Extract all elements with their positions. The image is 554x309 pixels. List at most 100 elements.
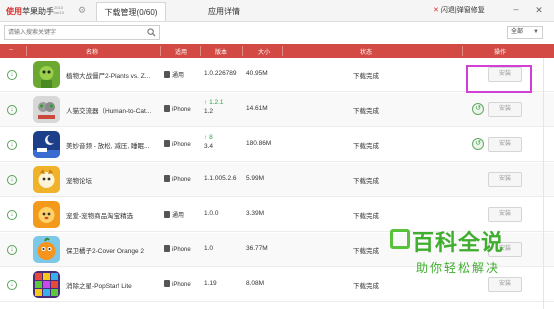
install-button[interactable]: 安装 [488,102,522,117]
header-status: 状态 [360,50,373,56]
device-label: iPhone [172,107,191,113]
header-divider [200,46,201,56]
watermark-title: 百科全说 [412,231,505,256]
header-divider [160,46,161,56]
version: 1.1.005.2.6 [204,175,237,182]
new-version-number: 8 [209,134,213,141]
device-icon [164,140,170,147]
status-text: 下载完成 [353,143,379,150]
crash-fix-button[interactable]: ✕ 闪退|弹窗修复 [433,5,485,15]
device-icon [164,280,170,287]
app-icon [33,131,60,158]
update-ok-icon[interactable]: ↺ [472,138,484,150]
status-text: 下载完成 [353,73,379,80]
new-version: ↑ 1.2.1 [204,99,224,106]
device-compat: iPhone [164,105,191,113]
tab-download-manager[interactable]: 下载管理(0/60) [96,2,166,21]
device-icon [164,105,170,112]
app-name: 美妙音频 - 放松, 减压, 睡眠... [66,143,150,150]
status-text: 下载完成 [353,178,379,185]
version: 1.19 [204,280,217,287]
install-button[interactable]: 安装 [488,172,522,187]
app-name: 消除之星-PopStar! Lite [66,283,132,290]
search-icon[interactable] [147,28,156,37]
close-button[interactable]: ✕ [533,4,545,16]
settings-icon[interactable]: ⚙ [76,4,88,16]
table-row[interactable]: ↓ 美妙音频 - 放松, 减压, 睡眠... iPhone ↑ 8 3.4 180… [0,128,554,162]
title-bar: 使用苹果助手 2013 ver10 ⚙ 下载管理(0/60) 应用详情 ✕ 闪退|… [0,0,554,22]
status-text: 下载完成 [353,213,379,220]
device-icon [164,71,170,78]
download-icon[interactable]: ↓ [7,210,17,220]
install-button[interactable]: 安装 [488,137,522,152]
download-icon[interactable]: ↓ [7,245,17,255]
app-name-prefix: 使用 [6,7,22,16]
device-label: 通用 [172,213,185,219]
file-size: 180.86M [246,140,272,147]
header-device: 适用 [175,50,188,56]
download-icon[interactable]: ↓ [7,105,17,115]
tab-app-details[interactable]: 应用详情 [200,2,248,21]
device-icon [164,211,170,218]
table-header: -- 名称 适用 版本 大小 状态 操作 [0,44,554,58]
update-ok-icon[interactable]: ↺ [472,103,484,115]
current-version: 1.2 [204,108,214,115]
header-divider [26,46,27,56]
device-compat: iPhone [164,280,191,288]
download-icon[interactable]: ↓ [7,175,17,185]
device-compat: iPhone [164,175,191,183]
device-compat: 通用 [164,70,184,79]
file-size: 3.39M [246,210,265,217]
scrollbar-track[interactable] [543,58,544,309]
app-icon [33,61,60,88]
download-icon[interactable]: ↓ [7,140,17,150]
watermark: 百科全说 助你轻松解决 [386,225,538,283]
version: 1.0.226789 [204,70,237,77]
filter-value: 全部 [511,29,524,35]
filter-select[interactable]: 全部 ▼ [507,26,543,39]
download-icon[interactable]: ↓ [7,280,17,290]
app-icon [33,271,60,298]
device-icon [164,175,170,182]
status-text: 下载完成 [353,248,379,255]
app-name-main: 苹果助手 [22,7,54,16]
new-version: ↑ 8 [204,134,213,141]
version: ↑ 1.2.1 1.2 [204,98,224,116]
device-label: iPhone [172,177,191,183]
app-name: 使用苹果助手 [6,6,54,17]
watermark-subtitle: 助你轻松解决 [416,261,501,275]
table-row[interactable]: ↓ 人猫交流器（Human-to-Cat... iPhone ↑ 1.2.1 1.… [0,93,554,127]
app-icon [33,201,60,228]
crash-fix-label: 闪退|弹窗修复 [440,7,485,14]
file-size: 5.99M [246,175,265,182]
file-size: 40.95M [246,70,268,77]
header-name: 名称 [86,50,99,56]
watermark-logo-icon [390,229,410,249]
device-label: iPhone [172,282,191,288]
device-compat: 通用 [164,210,184,219]
current-version: 3.4 [204,143,214,150]
device-label: 通用 [172,73,185,79]
status-text: 下载完成 [353,108,379,115]
app-name: 宠物论坛 [66,178,92,185]
search-input[interactable] [5,26,143,39]
minimize-button[interactable]: – [510,4,522,16]
install-button[interactable]: 安装 [488,207,522,222]
version: 1.0 [204,245,214,252]
table-row[interactable]: ↓ 宠物论坛 iPhone 1.1.005.2.6 5.99M 下载完成 安装 [0,163,554,197]
highlight-box [466,65,532,93]
app-icon [33,96,60,123]
file-size: 14.61M [246,105,268,112]
version: ↑ 8 3.4 [204,133,213,151]
app-icon [33,166,60,193]
download-icon[interactable]: ↓ [7,70,17,80]
device-icon [164,245,170,252]
app-name: 宠爱-宠物商品淘宝精选 [66,213,134,220]
header-check: -- [9,47,13,53]
header-divider [282,46,283,56]
device-label: iPhone [172,247,191,253]
app-name: 保卫橘子2-Cover Orange 2 [66,248,145,255]
status-text: 下载完成 [353,283,379,290]
file-size: 36.77M [246,245,268,252]
header-action: 操作 [494,50,507,56]
